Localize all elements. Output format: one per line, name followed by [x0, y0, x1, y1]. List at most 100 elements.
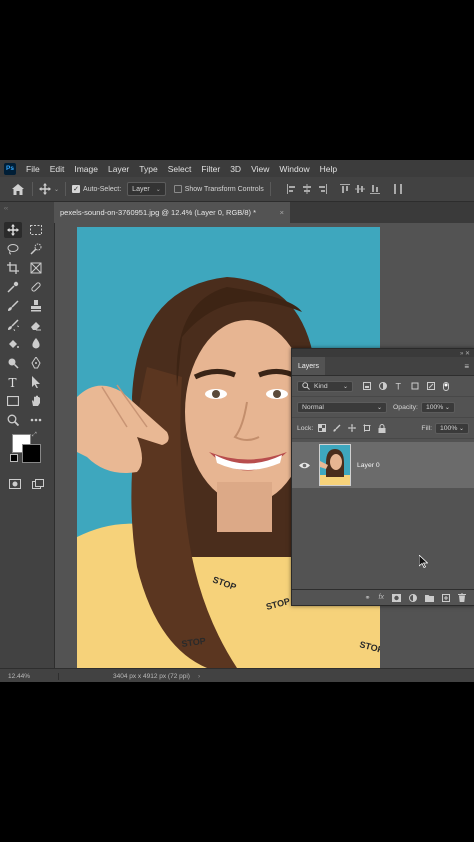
- blend-opacity-row: Normal ⌄ Opacity: 100% ⌄: [292, 397, 474, 418]
- link-layers-icon[interactable]: ⚭: [365, 594, 371, 602]
- menu-layer[interactable]: Layer: [103, 164, 134, 174]
- fill-input[interactable]: 100% ⌄: [435, 422, 469, 434]
- panel-collapse-icon[interactable]: ‹‹: [4, 206, 8, 212]
- menu-bar: Ps File Edit Image Layer Type Select Fil…: [0, 160, 474, 177]
- blur-icon[interactable]: [27, 336, 45, 352]
- align-left-edges-icon[interactable]: [286, 184, 297, 194]
- document-tab[interactable]: pexels-sound-on-3760951.jpg @ 12.4% (Lay…: [54, 202, 290, 223]
- lock-label: Lock:: [297, 424, 314, 432]
- align-horizontal-centers-icon[interactable]: [302, 184, 312, 194]
- filter-toggle-icon[interactable]: [443, 381, 449, 391]
- filter-adjustment-icon[interactable]: [379, 381, 387, 390]
- default-colors-icon[interactable]: [10, 454, 18, 462]
- panel-collapse-icon[interactable]: » ✕: [292, 349, 474, 357]
- auto-select-target-value: Layer: [132, 185, 150, 193]
- lock-all-icon[interactable]: [378, 423, 386, 433]
- rectangle-icon[interactable]: [4, 393, 22, 409]
- lock-artboard-icon[interactable]: [363, 423, 372, 432]
- new-layer-icon[interactable]: [442, 593, 450, 602]
- filter-shape-icon[interactable]: [411, 382, 419, 390]
- menu-help[interactable]: Help: [315, 164, 342, 174]
- more-tools-icon[interactable]: [27, 412, 45, 428]
- lock-image-pixels-icon[interactable]: [333, 424, 341, 432]
- opacity-input[interactable]: 100% ⌄: [420, 401, 455, 413]
- auto-select-target-dropdown[interactable]: Layer ⌄: [127, 182, 166, 196]
- swap-colors-icon[interactable]: ⤢: [32, 432, 37, 439]
- adjustment-layer-icon[interactable]: [409, 593, 417, 602]
- menu-3d[interactable]: 3D: [225, 164, 246, 174]
- layer-row[interactable]: Layer 0: [292, 442, 474, 568]
- filter-kind-dropdown[interactable]: Kind ⌄: [297, 380, 353, 392]
- pen-icon[interactable]: [27, 355, 45, 371]
- add-mask-icon[interactable]: [392, 593, 401, 602]
- eyedropper-icon[interactable]: [4, 279, 22, 295]
- move-icon[interactable]: [4, 222, 22, 238]
- svg-text:T: T: [9, 376, 17, 388]
- lasso-icon[interactable]: [4, 241, 22, 257]
- eye-icon[interactable]: [299, 462, 313, 469]
- filter-pixel-icon[interactable]: [363, 381, 371, 390]
- type-icon[interactable]: T: [4, 374, 22, 390]
- quick-mask-icon[interactable]: [9, 476, 21, 494]
- home-icon[interactable]: [10, 181, 26, 197]
- options-bar: ⌄ ✓ Auto-Select: Layer ⌄ Show Transform …: [0, 177, 474, 202]
- lock-transparent-pixels-icon[interactable]: [318, 423, 327, 432]
- screen-mode-icon[interactable]: [32, 476, 44, 494]
- chevron-down-icon: ⌄: [155, 186, 161, 193]
- opacity-value: 100%: [425, 403, 444, 411]
- auto-select-checkbox[interactable]: ✓: [72, 185, 81, 193]
- divider: [32, 182, 33, 196]
- hand-icon[interactable]: [27, 393, 45, 409]
- tab-layers[interactable]: Layers: [292, 357, 326, 375]
- menu-image[interactable]: Image: [69, 164, 103, 174]
- brush-icon[interactable]: [4, 298, 22, 314]
- align-top-edges-icon[interactable]: [339, 184, 350, 194]
- clone-stamp-icon[interactable]: [27, 298, 45, 314]
- move-tool-preset-icon[interactable]: ⌄: [39, 183, 59, 195]
- filter-smart-object-icon[interactable]: [427, 381, 435, 390]
- zoom-level[interactable]: 12.44%: [0, 672, 59, 680]
- layers-panel-footer: ⚭ fx: [292, 589, 474, 605]
- layer-filter-row: Kind ⌄ T: [292, 376, 474, 397]
- align-right-edges-icon[interactable]: [317, 184, 327, 194]
- background-color-swatch[interactable]: [22, 444, 41, 463]
- healing-brush-icon[interactable]: [27, 279, 45, 295]
- menu-filter[interactable]: Filter: [196, 164, 225, 174]
- history-brush-icon[interactable]: [4, 317, 22, 333]
- new-group-icon[interactable]: [425, 594, 434, 602]
- menu-view[interactable]: View: [246, 164, 274, 174]
- eraser-icon[interactable]: [27, 317, 45, 333]
- layer-name[interactable]: Layer 0: [357, 462, 380, 469]
- path-select-icon[interactable]: [27, 374, 45, 390]
- zoom-icon[interactable]: [4, 412, 22, 428]
- color-swatches: ⤢: [10, 432, 44, 466]
- status-bar: 12.44% 3404 px x 4912 px (72 ppi) ›: [0, 668, 474, 682]
- dodge-icon[interactable]: [4, 355, 22, 371]
- crop-icon[interactable]: [4, 260, 22, 276]
- blend-mode-dropdown[interactable]: Normal ⌄: [297, 401, 387, 413]
- show-transform-controls-checkbox[interactable]: [173, 185, 182, 193]
- chevron-right-icon[interactable]: ›: [198, 673, 200, 680]
- marquee-icon[interactable]: [27, 222, 45, 238]
- lock-buttons: [318, 423, 386, 433]
- quick-select-icon[interactable]: [27, 241, 45, 257]
- menu-type[interactable]: Type: [134, 164, 162, 174]
- distribute-icon[interactable]: [393, 184, 403, 194]
- lock-position-icon[interactable]: [348, 423, 357, 432]
- paint-bucket-icon[interactable]: [4, 336, 22, 352]
- menu-select[interactable]: Select: [163, 164, 197, 174]
- filter-type-icon[interactable]: T: [395, 382, 403, 390]
- align-bottom-edges-icon[interactable]: [369, 184, 380, 194]
- menu-edit[interactable]: Edit: [45, 164, 70, 174]
- opacity-label: Opacity:: [393, 403, 418, 411]
- frame-icon[interactable]: [27, 260, 45, 276]
- close-icon[interactable]: ×: [280, 208, 284, 217]
- panel-menu-icon[interactable]: ≡: [464, 362, 469, 371]
- photoshop-window: Ps File Edit Image Layer Type Select Fil…: [0, 160, 474, 682]
- divider: [65, 182, 67, 196]
- align-vertical-centers-icon[interactable]: [354, 184, 365, 194]
- layer-style-fx-icon[interactable]: fx: [379, 594, 384, 601]
- menu-file[interactable]: File: [21, 164, 45, 174]
- delete-layer-icon[interactable]: [458, 593, 466, 602]
- menu-window[interactable]: Window: [274, 164, 314, 174]
